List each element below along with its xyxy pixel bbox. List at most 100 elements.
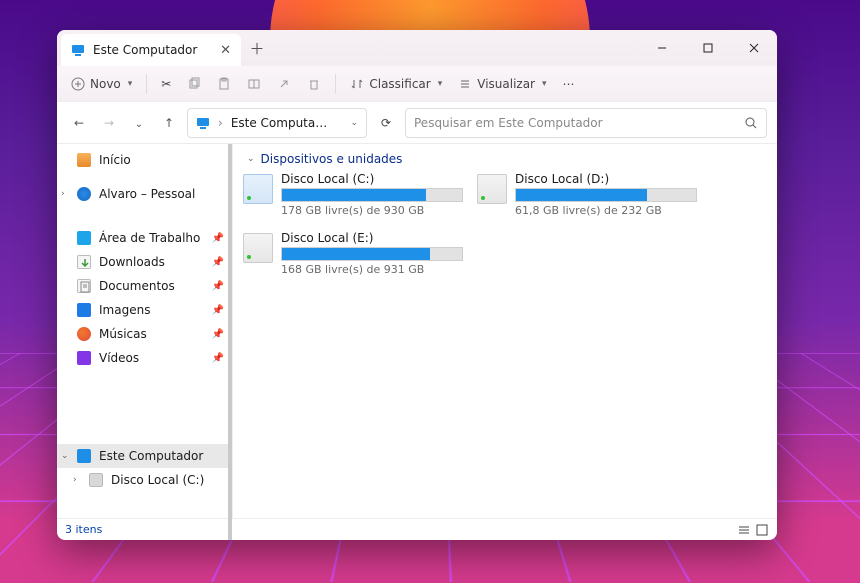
tab-label: Este Computador	[93, 43, 197, 57]
document-icon	[77, 279, 91, 293]
close-tab-button[interactable]: ✕	[220, 43, 231, 58]
chevron-down-icon: ▾	[542, 79, 547, 89]
disk-icon	[477, 174, 507, 204]
drive-subtext: 168 GB livre(s) de 931 GB	[281, 263, 463, 276]
share-icon	[277, 77, 291, 91]
breadcrumb-sep: ›	[218, 116, 223, 130]
chevron-right-icon[interactable]: ›	[61, 189, 65, 199]
maximize-button[interactable]	[685, 30, 731, 66]
more-button[interactable]: ⋯	[557, 73, 581, 95]
drive-subtext: 178 GB livre(s) de 930 GB	[281, 204, 463, 217]
more-icon: ⋯	[563, 77, 575, 91]
separator	[335, 74, 336, 94]
recent-button[interactable]: ⌄	[127, 116, 151, 130]
sidebar-item-videos[interactable]: Vídeos 📌	[57, 346, 232, 370]
paste-icon	[217, 77, 231, 91]
navbar: ← → ⌄ ↑ › Este Computa… ⌄ ⟳ Pesquisar em…	[57, 102, 777, 144]
sidebar-item-disk-c[interactable]: › Disco Local (C:)	[57, 468, 232, 492]
pc-icon	[71, 43, 85, 57]
pc-icon	[77, 449, 91, 463]
sort-button[interactable]: Classificar ▾	[344, 73, 448, 95]
chevron-down-icon[interactable]: ⌄	[61, 451, 69, 461]
group-header[interactable]: ⌄ Dispositivos e unidades	[247, 152, 767, 166]
sidebar-item-desktop[interactable]: Área de Trabalho 📌	[57, 226, 232, 250]
sidebar-item-downloads[interactable]: Downloads 📌	[57, 250, 232, 274]
sidebar-item-personal[interactable]: › Alvaro – Pessoal	[57, 182, 232, 206]
rename-button[interactable]	[241, 73, 267, 95]
view-button[interactable]: Visualizar ▾	[452, 73, 552, 95]
sidebar-item-images[interactable]: Imagens 📌	[57, 298, 232, 322]
toolbar: Novo ▾ ✂ Classificar ▾ Visualizar ▾	[57, 66, 777, 102]
cloud-icon	[77, 187, 91, 201]
rename-icon	[247, 77, 261, 91]
pin-icon[interactable]: 📌	[212, 233, 224, 244]
sidebar-item-label: Downloads	[99, 255, 165, 269]
chevron-down-icon[interactable]: ⌄	[350, 118, 358, 128]
new-tab-button[interactable]: ＋	[241, 30, 273, 66]
sidebar-item-label: Alvaro – Pessoal	[99, 187, 195, 201]
cut-button[interactable]: ✂	[155, 73, 177, 95]
drive-name: Disco Local (D:)	[515, 172, 697, 186]
up-button[interactable]: ↑	[157, 116, 181, 130]
view-icon	[458, 77, 472, 91]
back-button[interactable]: ←	[67, 116, 91, 130]
view-label: Visualizar	[477, 77, 535, 91]
windows-drive-icon	[243, 174, 273, 204]
statusbar: 3 itens	[57, 518, 777, 540]
forward-button[interactable]: →	[97, 116, 121, 130]
drives-list: Disco Local (C:)178 GB livre(s) de 930 G…	[243, 172, 767, 276]
disk-icon	[243, 233, 273, 263]
pin-icon[interactable]: 📌	[212, 281, 224, 292]
address-bar[interactable]: › Este Computa… ⌄	[187, 108, 367, 138]
refresh-button[interactable]: ⟳	[373, 116, 399, 130]
drive-name: Disco Local (E:)	[281, 231, 463, 245]
home-icon	[77, 153, 91, 167]
usage-bar	[281, 247, 463, 261]
pin-icon[interactable]: 📌	[212, 353, 224, 364]
download-icon	[77, 255, 91, 269]
pc-icon	[196, 116, 210, 130]
chevron-right-icon[interactable]: ›	[73, 475, 77, 485]
titlebar: Este Computador ✕ ＋	[57, 30, 777, 66]
icons-view-button[interactable]	[755, 523, 769, 537]
pin-icon[interactable]: 📌	[212, 257, 224, 268]
drive-item[interactable]: Disco Local (D:)61,8 GB livre(s) de 232 …	[477, 172, 697, 217]
window-controls	[639, 30, 777, 66]
sidebar-item-label: Imagens	[99, 303, 150, 317]
tab-this-pc[interactable]: Este Computador ✕	[61, 34, 241, 66]
sidebar-item-label: Este Computador	[99, 449, 203, 463]
group-label: Dispositivos e unidades	[261, 152, 403, 166]
delete-button[interactable]	[301, 73, 327, 95]
plus-icon	[71, 77, 85, 91]
search-input[interactable]: Pesquisar em Este Computador	[405, 108, 767, 138]
chevron-down-icon: ⌄	[135, 119, 143, 130]
details-view-button[interactable]	[737, 523, 751, 537]
scissors-icon: ✂	[161, 77, 171, 91]
sidebar-item-documents[interactable]: Documentos 📌	[57, 274, 232, 298]
pin-icon[interactable]: 📌	[212, 305, 224, 316]
pin-icon[interactable]: 📌	[212, 329, 224, 340]
drive-item[interactable]: Disco Local (E:) 168 GB livre(s) de 931 G…	[243, 231, 463, 276]
sort-icon	[350, 77, 364, 91]
new-button[interactable]: Novo ▾	[65, 73, 138, 95]
status-text: 3 itens	[65, 523, 102, 536]
search-placeholder: Pesquisar em Este Computador	[414, 116, 603, 130]
content-pane: ⌄ Dispositivos e unidades Disco Local (C…	[233, 144, 777, 518]
minimize-button[interactable]	[639, 30, 685, 66]
share-button[interactable]	[271, 73, 297, 95]
desktop-icon	[77, 231, 91, 245]
body: Início › Alvaro – Pessoal Área de Trabal…	[57, 144, 777, 518]
disk-icon	[89, 473, 103, 487]
search-icon	[744, 116, 758, 130]
file-explorer-window: Este Computador ✕ ＋ Novo ▾ ✂	[57, 30, 777, 540]
sidebar-item-music[interactable]: Músicas 📌	[57, 322, 232, 346]
sidebar-item-home[interactable]: Início	[57, 148, 232, 172]
drive-item[interactable]: Disco Local (C:)178 GB livre(s) de 930 G…	[243, 172, 463, 217]
sidebar: Início › Alvaro – Pessoal Área de Trabal…	[57, 144, 233, 518]
sidebar-item-this-pc[interactable]: ⌄ Este Computador	[57, 444, 232, 468]
images-icon	[77, 303, 91, 317]
usage-bar	[281, 188, 463, 202]
copy-button[interactable]	[181, 73, 207, 95]
paste-button[interactable]	[211, 73, 237, 95]
close-window-button[interactable]	[731, 30, 777, 66]
